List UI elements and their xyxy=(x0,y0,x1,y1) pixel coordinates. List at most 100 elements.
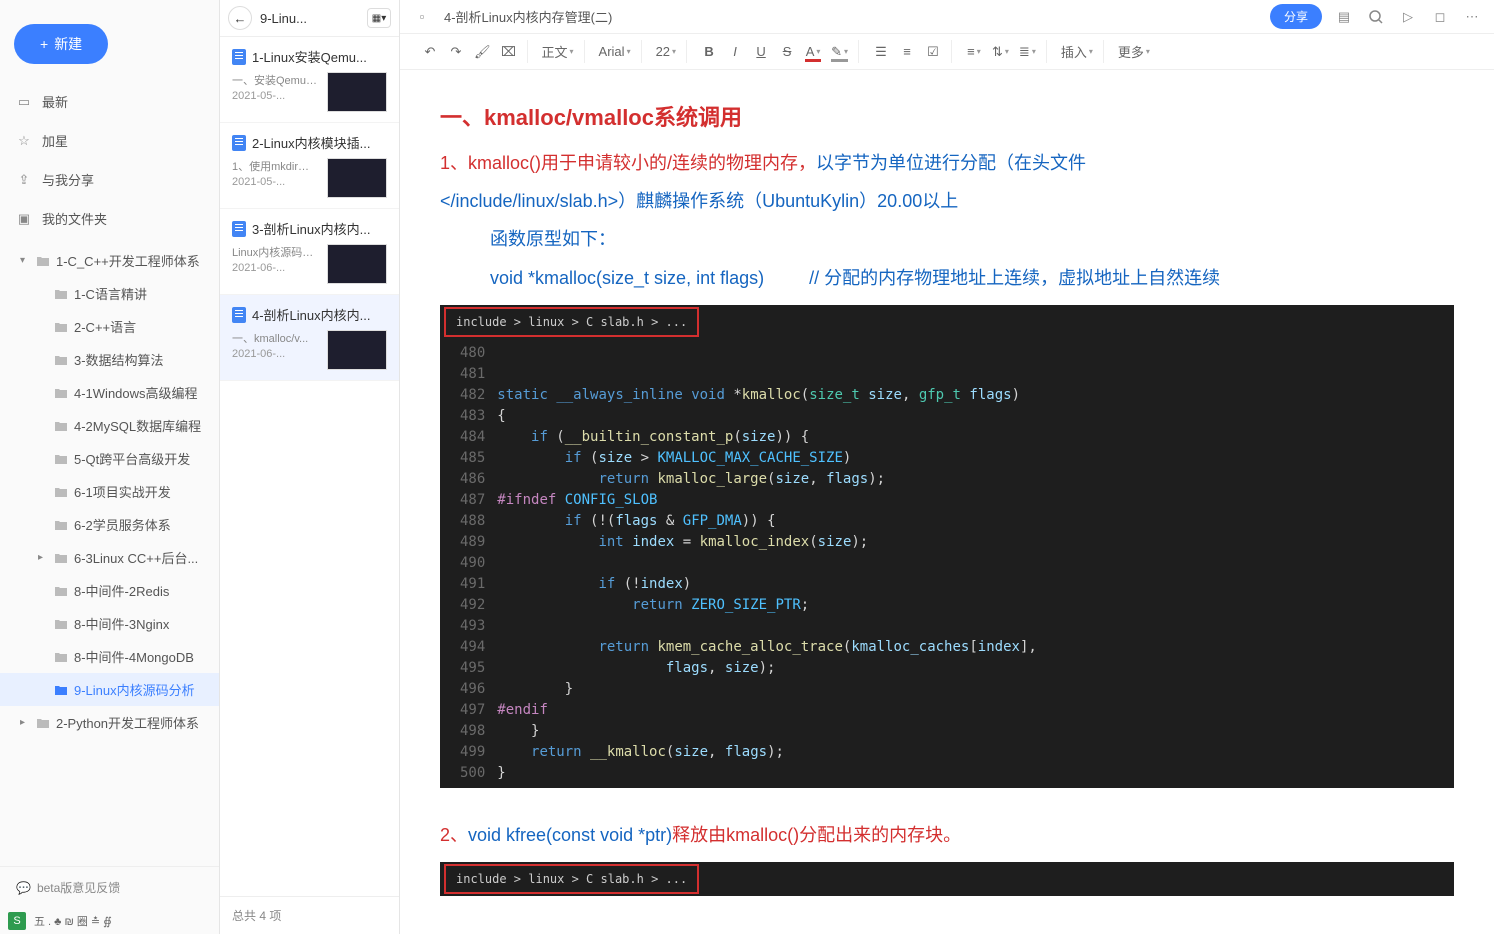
toolbar: ↶ ↷ 🖌 ⌧ 正文▾ Arial▾ 22▾ B xyxy=(400,34,1494,70)
file-item[interactable]: 3-剖析Linux内核内...Linux内核源码分析：...2021-06-..… xyxy=(220,209,399,295)
file-item[interactable]: 4-剖析Linux内核内... 一、kmalloc/v... 2021-06-... xyxy=(220,295,399,381)
tree-item[interactable]: 4-2MySQL数据库编程 xyxy=(0,409,219,442)
paragraph-style-dropdown[interactable]: 正文▾ xyxy=(538,40,578,64)
recent-icon: ▭ xyxy=(16,94,32,110)
folder-icon xyxy=(54,288,68,300)
search-icon[interactable] xyxy=(1366,7,1386,27)
tree-item[interactable]: 8-中间件-3Nginx xyxy=(0,607,219,640)
nav-share[interactable]: ⇪ 与我分享 xyxy=(0,160,219,199)
insert-dropdown[interactable]: 插入▾ xyxy=(1057,40,1097,64)
beta-label: beta版意见反馈 xyxy=(37,879,120,896)
folder-icon xyxy=(54,321,68,333)
tree-item[interactable]: ▾ 1-C_C++开发工程师体系 xyxy=(0,244,219,277)
ime-icon[interactable]: S xyxy=(8,912,26,930)
ordered-list-button[interactable]: ≡ xyxy=(895,40,919,64)
bullet-list-button[interactable]: ☰ xyxy=(869,40,893,64)
file-thumbnail xyxy=(327,330,387,370)
document-content[interactable]: 一、kmalloc/vmalloc系统调用 1、kmalloc()用于申请较小的… xyxy=(400,70,1494,934)
file-list-header: ← 9-Linu... ▦▾ xyxy=(220,0,399,37)
file-desc: 一、kmalloc/v... xyxy=(232,330,319,346)
code-breadcrumb: include > linux > C slab.h > ... xyxy=(444,864,699,894)
file-item[interactable]: 1-Linux安装Qemu...一、安装Qemu工...2021-05-... xyxy=(220,37,399,123)
file-thumbnail xyxy=(327,72,387,112)
italic-button[interactable]: I xyxy=(723,40,747,64)
more-dropdown[interactable]: 更多▾ xyxy=(1114,40,1154,64)
nav-myfolder[interactable]: ▣ 我的文件夹 xyxy=(0,199,219,238)
code-lines: static __always_inline void *kmalloc(siz… xyxy=(497,339,1454,788)
line-height-button[interactable]: ⇅▾ xyxy=(988,40,1013,64)
line-numbers: 4804814824834844854864874884894904914924… xyxy=(440,339,497,788)
tree-item-label: 1-C语言精讲 xyxy=(74,284,147,303)
bold-button[interactable]: B xyxy=(697,40,721,64)
align-button[interactable]: ≡▾ xyxy=(962,40,986,64)
insert-label: 插入 xyxy=(1061,42,1087,61)
new-button-label: 新建 xyxy=(54,34,82,54)
checklist-button[interactable]: ☑ xyxy=(921,40,945,64)
font-size-dropdown[interactable]: 22▾ xyxy=(652,40,680,64)
tree-item-label: 4-2MySQL数据库编程 xyxy=(74,416,201,435)
history-icon[interactable]: ▤ xyxy=(1334,7,1354,27)
document-title-text: 4-剖析Linux内核内存管理(二) xyxy=(444,7,612,26)
file-list-title: 9-Linu... xyxy=(260,11,359,26)
tree-item[interactable]: 6-2学员服务体系 xyxy=(0,508,219,541)
folder-icon xyxy=(36,255,50,267)
tree-item[interactable]: 8-中间件-2Redis xyxy=(0,574,219,607)
tree-item[interactable]: 4-1Windows高级编程 xyxy=(0,376,219,409)
file-date: 2021-06-... xyxy=(232,348,319,360)
clear-format-button[interactable]: ⌧ xyxy=(497,40,521,64)
tree-item[interactable]: 3-数据结构算法 xyxy=(0,343,219,376)
bookmark-icon[interactable]: ◻ xyxy=(1430,7,1450,27)
file-title: 3-剖析Linux内核内... xyxy=(252,219,370,238)
new-button[interactable]: + 新建 xyxy=(14,24,108,64)
file-desc: Linux内核源码分析：... xyxy=(232,244,319,260)
code-block-2: include > linux > C slab.h > ... xyxy=(440,862,1454,896)
folder-icon xyxy=(54,453,68,465)
document-title[interactable]: 4-剖析Linux内核内存管理(二) xyxy=(444,7,1258,26)
star-icon: ☆ xyxy=(16,133,32,149)
beta-feedback[interactable]: 💬 beta版意见反馈 xyxy=(0,866,219,908)
doc-type-icon[interactable]: ▫ xyxy=(412,7,432,27)
chat-icon: 💬 xyxy=(16,881,31,895)
tree-item[interactable]: 2-C++语言 xyxy=(0,310,219,343)
tree-item[interactable]: ▸2-Python开发工程师体系 xyxy=(0,706,219,739)
font-family-dropdown[interactable]: Arial▾ xyxy=(595,40,635,64)
nav-recent[interactable]: ▭ 最新 xyxy=(0,82,219,121)
tree-item-label: 1-C_C++开发工程师体系 xyxy=(56,251,200,270)
folder-icon xyxy=(54,519,68,531)
format-painter-button[interactable]: 🖌 xyxy=(470,40,495,64)
tree-item[interactable]: 9-Linux内核源码分析 xyxy=(0,673,219,706)
folder-icon xyxy=(54,354,68,366)
font-color-button[interactable]: A▾ xyxy=(801,40,825,64)
highlight-button[interactable]: ✎▾ xyxy=(827,40,852,64)
indent-button[interactable]: ≣▾ xyxy=(1015,40,1040,64)
tree-item-label: 2-C++语言 xyxy=(74,317,136,336)
chevron-icon: ▾ xyxy=(20,255,30,266)
view-toggle-button[interactable]: ▦▾ xyxy=(367,8,391,28)
tree-item[interactable]: 6-1项目实战开发 xyxy=(0,475,219,508)
redo-button[interactable]: ↷ xyxy=(444,40,468,64)
underline-button[interactable]: U xyxy=(749,40,773,64)
tree-item-label: 6-1项目实战开发 xyxy=(74,482,171,501)
heading-1: 一、kmalloc/vmalloc系统调用 xyxy=(440,100,1454,132)
nav-star[interactable]: ☆ 加星 xyxy=(0,121,219,160)
back-button[interactable]: ← xyxy=(228,6,252,30)
code-block: include > linux > C slab.h > ... 4804814… xyxy=(440,305,1454,788)
present-icon[interactable]: ▷ xyxy=(1398,7,1418,27)
file-items: 1-Linux安装Qemu...一、安装Qemu工...2021-05-...2… xyxy=(220,37,399,896)
tree-item[interactable]: 1-C语言精讲 xyxy=(0,277,219,310)
tray-text: 五 . ♣ ₪ 圈 ≛ ∯ xyxy=(34,913,112,929)
folder-icon xyxy=(54,651,68,663)
nav-label: 加星 xyxy=(42,131,68,150)
paragraph: 函数原型如下： xyxy=(440,222,1454,256)
undo-button[interactable]: ↶ xyxy=(418,40,442,64)
tree-item[interactable]: 5-Qt跨平台高级开发 xyxy=(0,442,219,475)
strikethrough-button[interactable]: S xyxy=(775,40,799,64)
tree-item[interactable]: 8-中间件-4MongoDB xyxy=(0,640,219,673)
file-item[interactable]: 2-Linux内核模块插...1、使用mkdir创建...2021-05-... xyxy=(220,123,399,209)
tree-item-label: 8-中间件-4MongoDB xyxy=(74,647,194,666)
tree-item[interactable]: ▸6-3Linux CC++后台... xyxy=(0,541,219,574)
file-title: 4-剖析Linux内核内... xyxy=(252,305,370,324)
paragraph-style-label: 正文 xyxy=(542,42,568,61)
more-icon[interactable]: ⋯ xyxy=(1462,7,1482,27)
share-button[interactable]: 分享 xyxy=(1270,4,1322,29)
